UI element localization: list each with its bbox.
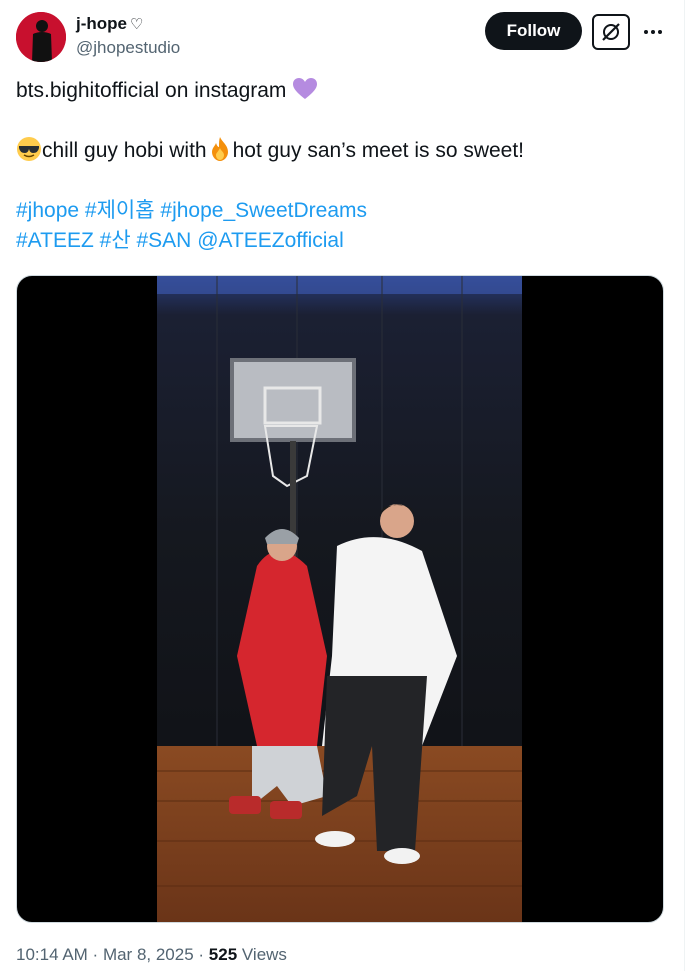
tweet-meta: 10:14 AM · Mar 8, 2025 · 525 Views [16,944,287,966]
display-name-text[interactable]: j-hope [76,14,127,33]
hashtag-jhope-korean[interactable]: #제이홉 [85,199,155,222]
hashtags-line-1: #jhope #제이홉 #jhope_SweetDreams [16,196,656,226]
grok-button[interactable] [592,14,630,50]
hashtag-jhope[interactable]: #jhope [16,199,79,222]
meta-separator-2: · [193,945,209,964]
tweet-date[interactable]: Mar 8, 2025 [103,945,194,964]
handle[interactable]: @jhopestudio [76,37,180,59]
avatar[interactable] [16,12,66,62]
author-names: j-hope ♡ @jhopestudio [76,14,180,59]
purple-heart-icon [293,78,318,99]
tweet-line-2-part-1: chill guy hobi with [42,139,207,162]
hashtag-san[interactable]: #SAN [136,229,191,252]
hashtags-line-2: #ATEEZ #산 #SAN @ATEEZofficial [16,226,656,256]
views-count: 525 [208,945,238,964]
video-player[interactable] [16,275,664,923]
tweet-time[interactable]: 10:14 AM [16,945,88,964]
follow-button[interactable]: Follow [485,12,582,50]
tweet-line-1-text: bts.bighitofficial on instagram [16,79,293,102]
views-label: Views [237,945,287,964]
tweet-line-1: bts.bighitofficial on instagram [16,76,656,106]
hashtag-jhope-sweetdreams[interactable]: #jhope_SweetDreams [160,199,367,222]
more-button[interactable] [638,18,668,46]
more-dots-icon [644,30,662,34]
meta-separator: · [87,945,103,964]
heart-icon: ♡ [130,16,144,33]
mention-ateezofficial[interactable]: @ATEEZofficial [197,229,344,252]
tweet-header: j-hope ♡ @jhopestudio Follow [16,12,666,62]
tweet-text: bts.bighitofficial on instagram chill gu… [16,76,656,256]
video-frame [157,276,522,922]
grok-icon [602,23,620,41]
tweet-line-2: chill guy hobi with hot guy san’s meet i… [16,136,656,166]
hashtag-ateez[interactable]: #ATEEZ [16,229,94,252]
hashtag-san-korean[interactable]: #산 [100,229,131,252]
sunglasses-face-icon [17,137,41,161]
avatar-silhouette-icon [16,12,66,62]
fire-icon [211,137,228,161]
display-name[interactable]: j-hope ♡ [76,14,180,35]
tweet-line-2-part-2: hot guy san’s meet is so sweet! [232,139,525,162]
